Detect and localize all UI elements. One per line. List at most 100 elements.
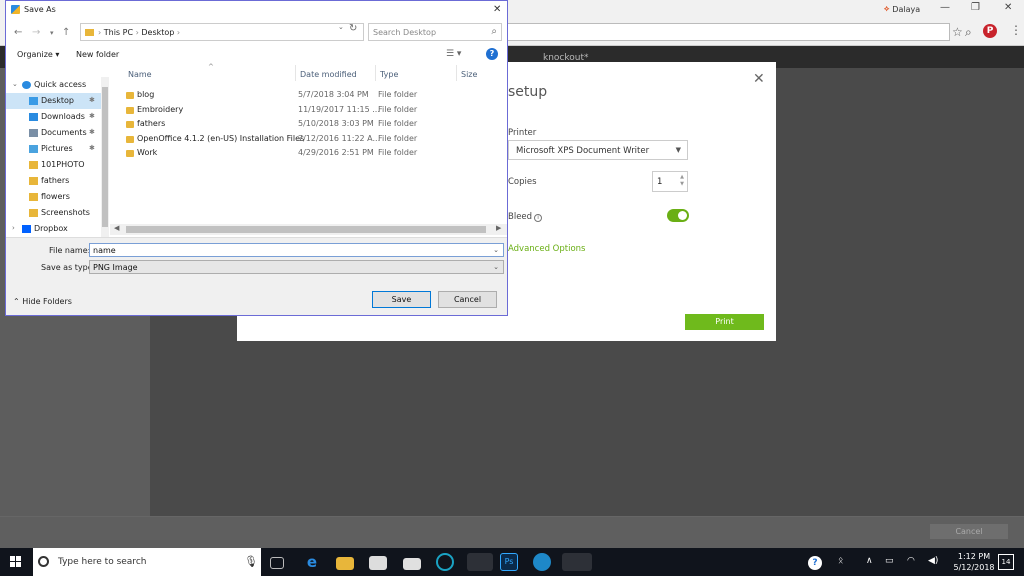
file-explorer-icon[interactable] bbox=[336, 557, 354, 570]
nav-scrollbar[interactable] bbox=[101, 77, 109, 237]
notification-center-icon[interactable]: 14 bbox=[998, 554, 1014, 570]
scroll-thumb[interactable] bbox=[126, 226, 486, 233]
search-input[interactable]: Search Desktop ⌕ bbox=[368, 23, 502, 41]
nav-item-label: Documents bbox=[41, 128, 87, 137]
store-icon[interactable] bbox=[369, 556, 387, 570]
mail-icon[interactable] bbox=[403, 558, 421, 570]
nav-item[interactable]: Pictures ✱ bbox=[6, 141, 106, 157]
help-icon[interactable]: ? bbox=[486, 48, 498, 60]
column-divider[interactable] bbox=[295, 65, 296, 81]
file-date: 5/7/2018 3:04 PM bbox=[298, 90, 369, 99]
scroll-thumb[interactable] bbox=[102, 87, 108, 227]
nav-item[interactable]: › Dropbox bbox=[6, 221, 106, 237]
refresh-icon[interactable]: ↻ bbox=[349, 23, 357, 34]
file-row[interactable]: blog 5/7/2018 3:04 PM File folder bbox=[110, 88, 507, 102]
taskbar-search-box[interactable]: Type here to search 🎙 bbox=[33, 548, 261, 576]
app-blue-icon[interactable] bbox=[533, 553, 551, 571]
browser-menu-icon[interactable]: ⋮ bbox=[1010, 23, 1022, 37]
edge-icon[interactable]: e bbox=[303, 553, 321, 571]
chevron-down-icon[interactable]: ⌄ bbox=[338, 23, 344, 31]
nav-item[interactable]: Documents ✱ bbox=[6, 125, 106, 141]
hide-folders-button[interactable]: ⌃ Hide Folders bbox=[13, 297, 72, 306]
column-divider[interactable] bbox=[375, 65, 376, 81]
file-row[interactable]: fathers 5/10/2018 3:03 PM File folder bbox=[110, 117, 507, 131]
nav-item[interactable]: 101PHOTO bbox=[6, 157, 106, 173]
microphone-icon[interactable]: 🎙 bbox=[244, 555, 258, 568]
photoshop-icon[interactable]: Ps bbox=[500, 553, 518, 571]
nav-item[interactable]: fathers bbox=[6, 173, 106, 189]
dialog-close-icon[interactable]: ✕ bbox=[493, 4, 501, 15]
nav-item[interactable]: ⌄ Quick access bbox=[6, 77, 106, 93]
column-header-date[interactable]: Date modified bbox=[300, 70, 357, 79]
spinner-arrows-icon[interactable]: ▲ ▼ bbox=[680, 174, 684, 188]
scroll-right-icon[interactable]: ▶ bbox=[496, 224, 501, 232]
chrome-taskbar-icon[interactable] bbox=[467, 553, 493, 571]
column-header-name[interactable]: Name bbox=[128, 70, 152, 79]
nav-item[interactable]: flowers bbox=[6, 189, 106, 205]
nav-item[interactable]: Desktop ✱ bbox=[6, 93, 106, 109]
minimize-icon[interactable]: — bbox=[940, 2, 950, 13]
file-name-value: name bbox=[93, 246, 116, 255]
file-row[interactable]: OpenOffice 4.1.2 (en-US) Installation Fi… bbox=[110, 132, 507, 146]
nav-item-label: Dropbox bbox=[34, 224, 68, 233]
scroll-left-icon[interactable]: ◀ bbox=[114, 224, 119, 232]
print-setup-close-icon[interactable]: ✕ bbox=[753, 71, 765, 87]
breadcrumb-this-pc[interactable]: This PC bbox=[104, 28, 133, 37]
nav-item[interactable]: Screenshots bbox=[6, 205, 106, 221]
forward-arrow-icon[interactable]: → bbox=[32, 27, 40, 38]
chevron-down-icon[interactable]: ⌄ bbox=[493, 246, 499, 254]
printer-select[interactable]: Microsoft XPS Document Writer ▼ bbox=[508, 140, 688, 160]
recent-chevron-icon[interactable]: ▾ bbox=[50, 29, 54, 37]
task-view-icon[interactable] bbox=[270, 557, 284, 569]
up-arrow-icon[interactable]: ↑ bbox=[62, 27, 70, 38]
file-row[interactable]: Work 4/29/2016 2:51 PM File folder bbox=[110, 146, 507, 160]
column-header-size[interactable]: Size bbox=[461, 70, 477, 79]
app-circle-icon[interactable] bbox=[436, 553, 454, 571]
nav-item[interactable]: Downloads ✱ bbox=[6, 109, 106, 125]
restore-icon[interactable]: ❐ bbox=[971, 2, 980, 13]
people-icon[interactable]: ᛟ bbox=[838, 556, 843, 566]
browser-close-icon[interactable]: ✕ bbox=[1004, 2, 1012, 13]
help-tray-icon[interactable]: ? bbox=[808, 556, 822, 570]
expand-chevron-icon[interactable]: › bbox=[12, 224, 15, 232]
info-icon[interactable]: i bbox=[534, 214, 543, 222]
browser-profile[interactable]: ⟡ Dalaya bbox=[884, 4, 920, 14]
save-type-select[interactable]: PNG Image ⌄ bbox=[89, 260, 504, 274]
chevron-down-icon: ▼ bbox=[675, 146, 681, 154]
advanced-options-link[interactable]: Advanced Options bbox=[508, 244, 585, 254]
zoom-icon[interactable]: ⌕ bbox=[965, 25, 972, 40]
bleed-toggle[interactable] bbox=[667, 209, 689, 222]
expand-chevron-icon[interactable]: ⌄ bbox=[12, 80, 18, 88]
footer-cancel-button[interactable]: Cancel bbox=[930, 524, 1008, 539]
pinterest-icon[interactable]: P bbox=[983, 24, 997, 38]
file-row[interactable]: Embroidery 11/19/2017 11:15 ... File folde… bbox=[110, 103, 507, 117]
copies-stepper[interactable]: 1 ▲ ▼ bbox=[652, 171, 688, 192]
toggle-knob bbox=[678, 211, 687, 220]
back-arrow-icon[interactable]: ← bbox=[14, 27, 22, 38]
column-divider[interactable] bbox=[456, 65, 457, 81]
save-button[interactable]: Save bbox=[372, 291, 431, 308]
path-breadcrumb[interactable]: › This PC › Desktop › bbox=[80, 23, 364, 41]
view-options-icon[interactable]: ☰ ▾ bbox=[446, 49, 461, 59]
breadcrumb-desktop[interactable]: Desktop bbox=[141, 28, 174, 37]
volume-icon[interactable]: ◀) bbox=[928, 556, 938, 566]
chrome-window-icon[interactable] bbox=[562, 553, 592, 571]
system-clock[interactable]: 1:12 PM 5/12/2018 bbox=[953, 551, 995, 573]
organize-button[interactable]: Organize ▾ bbox=[17, 50, 59, 59]
cancel-button[interactable]: Cancel bbox=[438, 291, 497, 308]
address-bar[interactable] bbox=[500, 23, 950, 41]
new-folder-button[interactable]: New folder bbox=[76, 50, 119, 59]
file-list-hscrollbar[interactable]: ◀ ▶ bbox=[110, 224, 507, 235]
battery-icon[interactable]: ▭ bbox=[885, 556, 894, 566]
taskbar-search-placeholder: Type here to search bbox=[58, 557, 147, 567]
file-name: Embroidery bbox=[137, 104, 184, 114]
dialog-titlebar: Save As ✕ bbox=[6, 1, 507, 19]
windows-start-icon[interactable] bbox=[10, 556, 22, 568]
file-name-input[interactable]: name ⌄ bbox=[89, 243, 504, 257]
wifi-icon[interactable]: ◠ bbox=[907, 556, 915, 566]
chevron-up-icon[interactable]: ∧ bbox=[866, 556, 873, 566]
save-as-dialog: Save As ✕ ← → ▾ ↑ › This PC › Desktop › … bbox=[5, 0, 508, 316]
column-header-type[interactable]: Type bbox=[380, 70, 398, 79]
bookmark-star-icon[interactable]: ☆ bbox=[952, 25, 963, 39]
print-button[interactable]: Print bbox=[685, 314, 764, 330]
